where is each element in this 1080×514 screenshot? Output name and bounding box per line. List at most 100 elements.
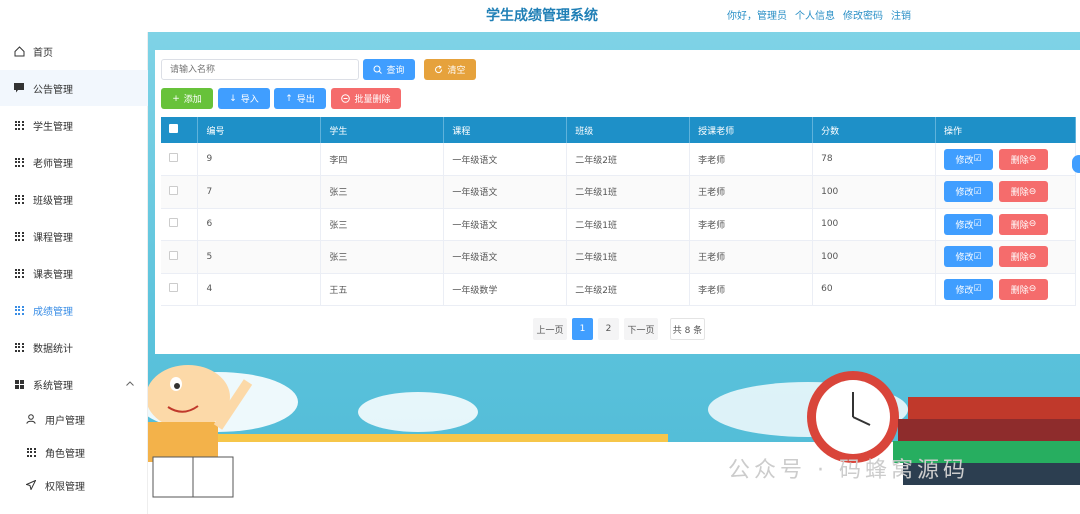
clear-button[interactable]: 清空: [424, 59, 476, 80]
cell-score: 100: [812, 240, 937, 274]
floating-tab[interactable]: [1072, 155, 1080, 173]
edit-button[interactable]: 修改 ☑: [944, 278, 994, 300]
edit-icon: ☑: [973, 251, 982, 262]
cell-student: 张三: [320, 240, 445, 274]
grid-icon: [14, 120, 24, 130]
sidebar-item-label: 系统管理: [33, 380, 73, 392]
cell-id: 5: [197, 240, 322, 274]
sidebar-item-home[interactable]: 首页: [0, 33, 148, 69]
edit-icon: ☑: [973, 154, 982, 164]
logout-link[interactable]: 注销: [891, 7, 911, 22]
export-button[interactable]: ↑ 导出: [274, 88, 326, 109]
change-password-link[interactable]: 修改密码: [843, 7, 883, 22]
select-all-checkbox[interactable]: [169, 124, 178, 133]
edit-icon: ☑: [973, 284, 982, 295]
table-header-row: 编号 学生 课程 班级 授课老师 分数 操作: [161, 117, 1076, 143]
edit-button[interactable]: 修改 ☑: [944, 148, 994, 170]
cell-course: 一年级语文: [443, 143, 568, 176]
cell-teacher: 王老师: [689, 240, 814, 274]
sidebar-item-grades[interactable]: 成绩管理: [0, 292, 148, 328]
row-checkbox[interactable]: [169, 185, 178, 195]
cell-id: 7: [197, 175, 322, 209]
grid-icon: [14, 342, 24, 352]
remove-circle-icon: ⊖: [1028, 284, 1037, 295]
grid-icon: [14, 157, 24, 167]
delete-button[interactable]: 删除 ⊖: [999, 278, 1049, 300]
table-row: 4 王五 一年级数学 二年级2班 李老师 60 修改 ☑ 删除 ⊖: [161, 273, 1076, 306]
row-checkbox[interactable]: [169, 283, 178, 293]
cell-teacher: 李老师: [689, 208, 814, 241]
delete-button[interactable]: 删除 ⊖: [999, 213, 1049, 235]
page-button-2[interactable]: 2: [598, 318, 619, 340]
grid-icon: [14, 268, 24, 278]
sidebar-item-users[interactable]: 用户管理: [0, 401, 148, 437]
total-count: 共 8 条: [670, 318, 705, 340]
grid-icon: [14, 305, 24, 315]
row-checkbox[interactable]: [169, 250, 178, 260]
cell-course: 一年级语文: [443, 208, 568, 241]
delete-button[interactable]: 删除 ⊖: [999, 148, 1049, 170]
cell-score: 60: [812, 273, 937, 306]
search-input[interactable]: [161, 59, 359, 80]
grid-icon: [14, 194, 24, 204]
page-button-1[interactable]: 1: [572, 318, 593, 340]
query-button[interactable]: 查询: [363, 59, 415, 80]
sidebar-item-roles[interactable]: 角色管理: [0, 434, 148, 470]
header-links: 你好，管理员 个人信息 修改密码 注销: [727, 7, 911, 22]
sidebar-item-system[interactable]: 系统管理: [0, 366, 148, 402]
profile-link[interactable]: 个人信息: [795, 7, 835, 22]
delete-button[interactable]: 删除 ⊖: [999, 181, 1049, 203]
grid-icon: [26, 447, 36, 457]
user-icon: [24, 414, 38, 424]
edit-button[interactable]: 修改 ☑: [944, 213, 994, 235]
remove-circle-icon: ⊖: [1028, 219, 1037, 230]
sidebar-item-label: 角色管理: [45, 448, 85, 460]
delete-button[interactable]: 删除 ⊖: [999, 246, 1049, 268]
sidebar-item-students[interactable]: 学生管理: [0, 107, 148, 143]
grid-icon: [14, 231, 24, 241]
cell-id: 4: [197, 273, 322, 306]
cell-class: 二年级1班: [566, 175, 691, 209]
import-button[interactable]: ↓ 导入: [218, 88, 270, 109]
add-button[interactable]: + 添加: [161, 88, 213, 109]
sidebar-item-statistics[interactable]: 数据统计: [0, 329, 148, 365]
remove-circle-icon: ⊖: [1028, 154, 1037, 164]
cell-teacher: 李老师: [689, 143, 814, 176]
sidebar-item-teachers[interactable]: 老师管理: [0, 144, 148, 180]
edit-icon: ☑: [973, 186, 982, 197]
message-icon: [12, 83, 26, 93]
cell-teacher: 王老师: [689, 175, 814, 209]
edit-button[interactable]: 修改 ☑: [944, 181, 994, 203]
next-page-button[interactable]: 下一页: [624, 318, 658, 340]
top-header: 学生成绩管理系统 你好，管理员 个人信息 修改密码 注销: [0, 0, 1080, 32]
remove-circle-icon: [341, 94, 351, 103]
clock-books-image: [807, 371, 1080, 485]
apps-icon: [14, 379, 24, 389]
prev-page-button[interactable]: 上一页: [533, 318, 567, 340]
sidebar-item-courses[interactable]: 课程管理: [0, 218, 148, 254]
batch-delete-button[interactable]: 批量删除: [331, 88, 401, 109]
sidebar-item-classes[interactable]: 班级管理: [0, 181, 148, 217]
row-checkbox[interactable]: [169, 218, 178, 228]
cell-student: 王五: [320, 273, 445, 306]
table-row: 9 李四 一年级语文 二年级2班 李老师 78 修改 ☑ 删除 ⊖: [161, 143, 1076, 176]
plus-icon: +: [172, 93, 180, 104]
table-row: 5 张三 一年级语文 二年级1班 王老师 100 修改 ☑ 删除 ⊖: [161, 240, 1076, 274]
sidebar-item-label: 课程管理: [33, 232, 73, 244]
cell-score: 78: [812, 143, 937, 176]
row-checkbox[interactable]: [169, 153, 178, 162]
sidebar-item-label: 学生管理: [33, 121, 73, 133]
sidebar-item-label: 用户管理: [45, 415, 85, 427]
column-header: 课程: [443, 117, 568, 143]
sidebar-item-label: 数据统计: [33, 343, 73, 355]
sidebar-item-permissions[interactable]: 权限管理: [0, 467, 148, 503]
watermark-text: 公众号 · 码蜂窝源码: [728, 458, 969, 483]
cell-course: 一年级数学: [443, 273, 568, 306]
remove-circle-icon: ⊖: [1028, 251, 1037, 262]
edit-button[interactable]: 修改 ☑: [944, 246, 994, 268]
sidebar-item-schedule[interactable]: 课表管理: [0, 255, 148, 291]
cell-student: 张三: [320, 175, 445, 209]
send-icon: [24, 480, 38, 490]
sidebar-item-notice[interactable]: 公告管理: [0, 70, 148, 106]
cell-id: 9: [197, 143, 322, 176]
